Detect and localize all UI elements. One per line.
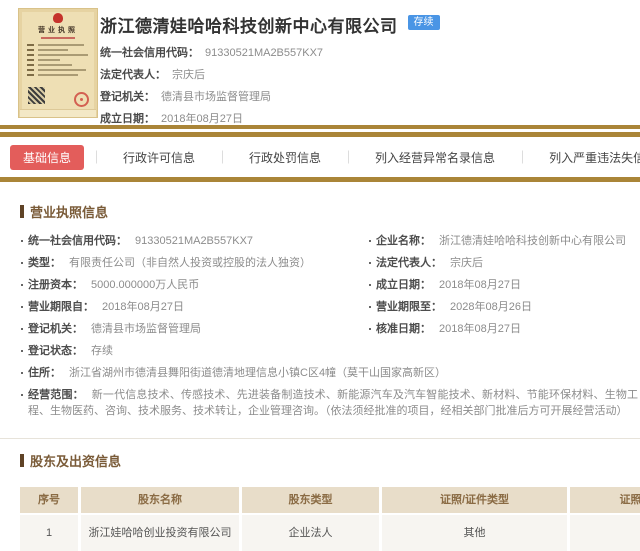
info-item: 住所： 浙江省湖州市德清县舞阳街道德清地理信息小镇C区4幢（莫干山国家高新区） [20,365,640,381]
table-header-cert-type: 证照/证件类型 [382,487,567,513]
info-item: 登记状态： 存续 [20,343,368,359]
info-item: 类型： 有限责任公司（非自然人投资或控股的法人独资） [20,255,368,271]
header-field-row: 登记机关： 德清县市场监督管理局 [100,86,640,108]
info-label: 成立日期： [376,279,431,291]
info-value: 有限责任公司（非自然人投资或控股的法人独资） [69,257,311,269]
section-title-business-license: 营业执照信息 [20,182,640,221]
field-label: 法定代表人： [100,69,166,81]
header-fields: 统一社会信用代码： 91330521MA2B557KX7 法定代表人： 宗庆后 登记… [100,42,640,130]
table-header-type: 股东类型 [242,487,379,513]
tab-label: 基础信息 [23,151,71,165]
page: { "header": { "company_name": "浙江德清娃哈哈科技… [0,0,640,551]
info-label: 登记状态： [28,345,83,357]
info-item: 经营范围：新一代信息技术、传感技术、先进装备制造技术、新能源汽车及汽车智能技术、… [20,387,640,419]
info-value: 浙江省湖州市德清县舞阳街道德清地理信息小镇C区4幢（莫干山国家高新区） [69,367,446,379]
section-divider [0,438,640,439]
shareholder-content: 股东及出资信息 序号 股东名称 股东类型 证照/证件类型 证照/证件号码 1 浙… [0,451,640,551]
info-label: 法定代表人： [376,257,442,269]
tab-item[interactable]: 基础信息 [10,145,84,170]
table-cell-seq: 1 [20,515,78,551]
info-value: 2018年08月27日 [439,323,521,335]
business-license-info-grid: 统一社会信用代码： 91330521MA2B557KX7 企业名称： 浙江德清娃哈哈… [20,230,640,422]
table-cell-cert-type: 其他 [382,515,567,551]
info-value: 存续 [91,345,113,357]
info-value: 91330521MA2B557KX7 [135,235,253,247]
qr-code [28,87,45,104]
table-cell-cert-no [570,515,640,551]
header-field-row: 成立日期： 2018年08月27日 [100,108,640,130]
field-label: 成立日期： [100,113,155,125]
tab-label: 列入经营异常名录信息 [375,151,495,165]
info-label: 核准日期： [376,323,431,335]
info-label: 营业期限至： [376,301,442,313]
info-item: 法定代表人： 宗庆后 [368,255,640,271]
info-value: 2018年08月27日 [439,279,521,291]
info-item: 营业期限自： 2018年08月27日 [20,299,368,315]
info-item: 注册资本： 5000.000000万人民币 [20,277,368,293]
table-header-name: 股东名称 [81,487,239,513]
info-value: 浙江德清娃哈哈科技创新中心有限公司 [439,235,626,247]
info-label: 营业期限自： [28,301,94,313]
tab-label: 行政许可信息 [123,151,195,165]
info-item: 成立日期： 2018年08月27日 [368,277,640,293]
company-header: 营业执照 浙江德清娃哈哈科技创新中心有限公司 存续 统一社会信用代码： 91330… [0,0,640,125]
info-item: 统一社会信用代码： 91330521MA2B557KX7 [20,233,368,249]
license-text-lines [27,44,89,79]
info-label: 注册资本： [28,279,83,291]
section-title-shareholders: 股东及出资信息 [20,451,640,470]
info-item: 登记机关： 德清县市场监督管理局 [20,321,368,337]
license-thumbnail-title: 营业执照 [19,25,97,35]
national-emblem-icon [53,13,63,23]
field-value: 2018年08月27日 [161,113,243,125]
shareholder-table-header: 序号 股东名称 股东类型 证照/证件类型 证照/证件号码 [20,487,640,513]
status-badge: 存续 [408,15,440,30]
info-label: 类型： [28,257,61,269]
table-header-seq: 序号 [20,487,78,513]
info-item: 核准日期： 2018年08月27日 [368,321,640,337]
info-item: 企业名称： 浙江德清娃哈哈科技创新中心有限公司 [368,233,640,249]
shareholder-table: 序号 股东名称 股东类型 证照/证件类型 证照/证件号码 1 浙江娃哈哈创业投资… [20,487,640,551]
header-field-row: 统一社会信用代码： 91330521MA2B557KX7 [100,42,640,64]
field-value: 德清县市场监督管理局 [161,91,271,103]
tab-item[interactable]: 行政处罚信息 [222,149,348,166]
info-label: 经营范围： [28,389,84,401]
tab-label: 行政处罚信息 [249,151,321,165]
field-label: 统一社会信用代码： [100,47,199,59]
table-cell-type: 企业法人 [242,515,379,551]
field-label: 登记机关： [100,91,155,103]
table-header-cert-no: 证照/证件号码 [570,487,640,513]
tab-item[interactable]: 列入经营异常名录信息 [348,149,522,166]
red-seal-icon [74,92,89,107]
tab-label: 列入严重违法失信企业名单信息 [549,151,640,165]
info-value: 新一代信息技术、传感技术、先进装备制造技术、新能源汽车及汽车智能技术、新材料、节… [28,389,638,417]
info-label: 住所： [28,367,61,379]
field-value: 宗庆后 [172,69,205,81]
info-label: 登记机关： [28,323,83,335]
info-value: 德清县市场监督管理局 [91,323,201,335]
info-label: 统一社会信用代码： [28,235,127,247]
tab-bar: 基础信息 行政许可信息 行政处罚信息 列入经营异常名录信息 列入严重违法失信企业… [0,137,640,177]
company-name: 浙江德清娃哈哈科技创新中心有限公司 [100,12,398,37]
license-bottom-strip [20,109,96,117]
tab-item[interactable]: 列入严重违法失信企业名单信息 [522,149,640,166]
info-value: 宗庆后 [450,257,483,269]
info-label: 企业名称： [376,235,431,247]
main-content: 营业执照信息 统一社会信用代码： 91330521MA2B557KX7 企业名称：… [0,182,640,422]
shareholder-table-row: 1 浙江娃哈哈创业投资有限公司 企业法人 其他 [20,515,640,551]
info-item: 营业期限至： 2028年08月26日 [368,299,640,315]
table-cell-name: 浙江娃哈哈创业投资有限公司 [81,515,239,551]
info-value: 5000.000000万人民币 [91,279,199,291]
info-value: 2028年08月26日 [450,301,532,313]
license-subtitle-line [41,37,75,39]
tab-item[interactable]: 行政许可信息 [96,149,222,166]
info-value: 2018年08月27日 [102,301,184,313]
field-value: 91330521MA2B557KX7 [205,47,323,59]
business-license-thumbnail: 营业执照 [18,8,98,118]
header-field-row: 法定代表人： 宗庆后 [100,64,640,86]
